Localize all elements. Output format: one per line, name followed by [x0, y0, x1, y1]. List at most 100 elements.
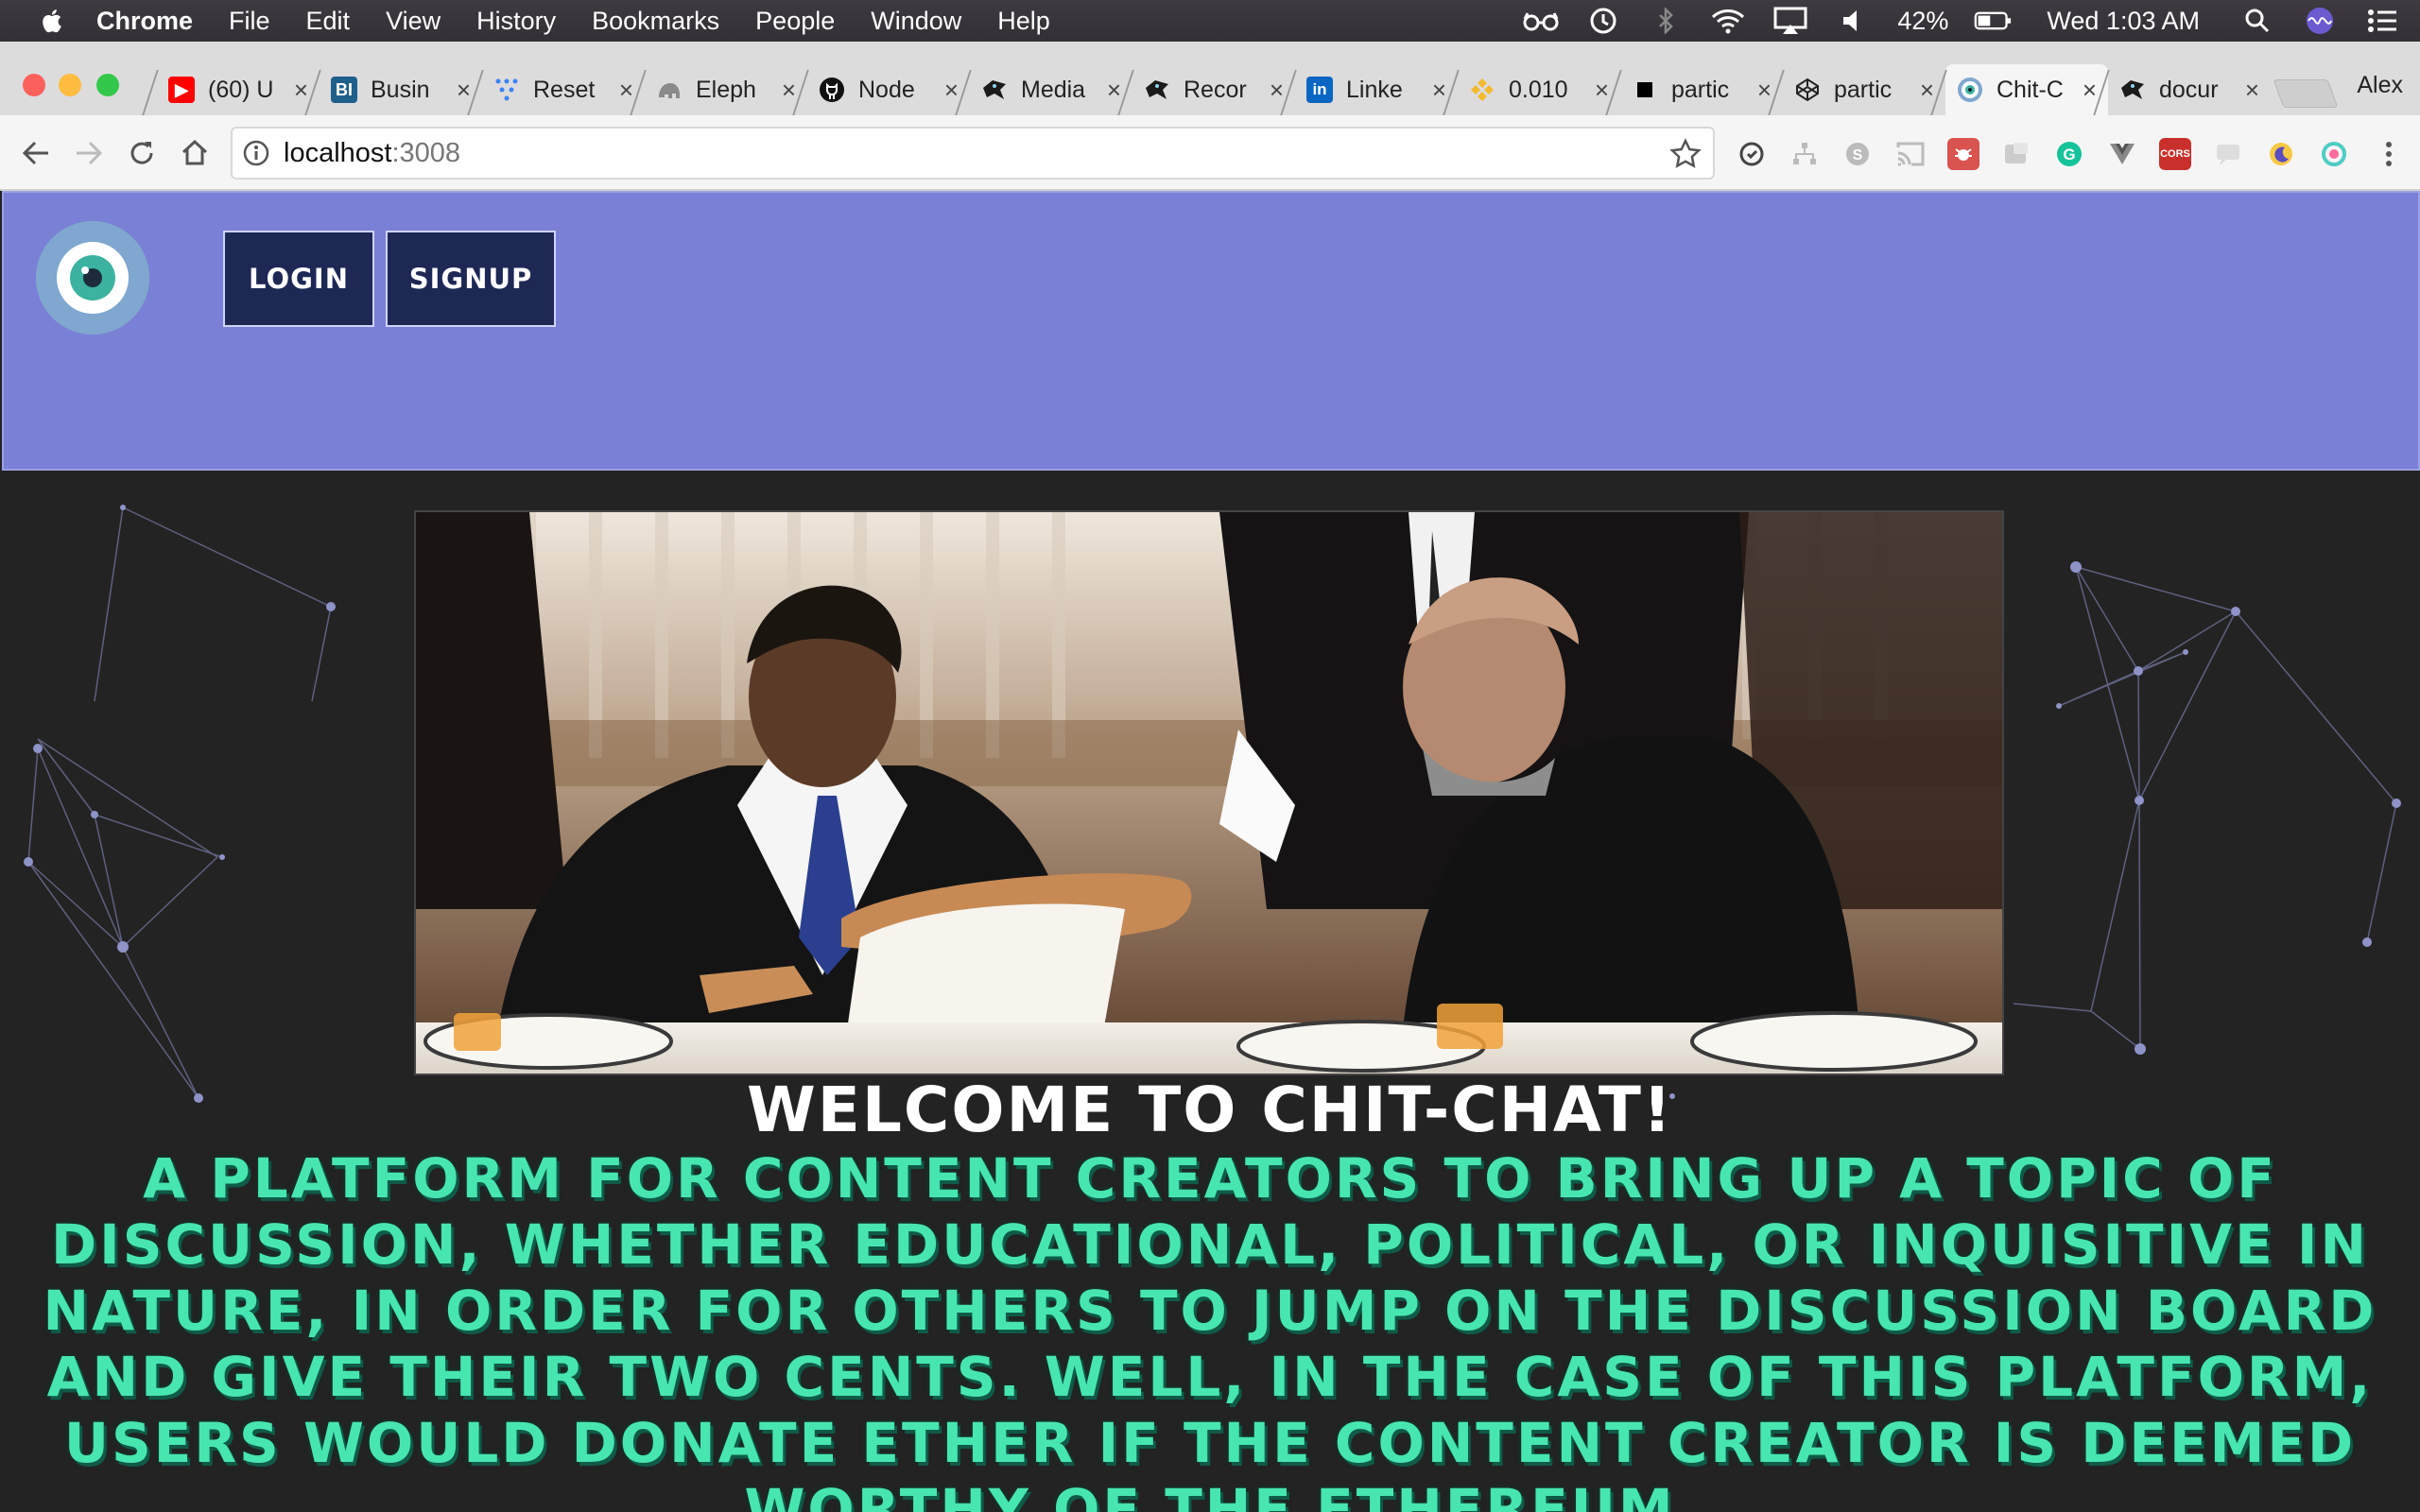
notification-center-icon[interactable]	[2363, 8, 2401, 34]
apple-logo-icon[interactable]	[40, 8, 62, 34]
browser-tab-strip: ▶ (60) U × BI Busin × Reset × Eleph × No…	[0, 42, 2420, 115]
tab-close-icon[interactable]: ×	[1920, 76, 1934, 105]
tab-close-icon[interactable]: ×	[1270, 76, 1284, 105]
extension-hierarchy-icon[interactable]	[1789, 138, 1821, 170]
extension-sync-icon[interactable]	[1736, 138, 1768, 170]
menu-view[interactable]: View	[386, 7, 441, 36]
battery-icon[interactable]	[1974, 8, 2012, 34]
menu-window[interactable]: Window	[871, 7, 961, 36]
bookmark-star-icon[interactable]	[1669, 138, 1702, 170]
browser-tab[interactable]: Recor ×	[1132, 64, 1295, 115]
welcome-heading: WELCOME TO CHIT-CHAT!	[746, 1074, 1674, 1146]
tab-title: partic	[1834, 76, 1893, 103]
tab-close-icon[interactable]: ×	[457, 76, 471, 105]
svg-text:S: S	[1853, 147, 1863, 163]
svg-text:G: G	[2063, 146, 2075, 163]
bluetooth-icon[interactable]	[1647, 8, 1685, 34]
tab-close-icon[interactable]: ×	[619, 76, 633, 105]
url-port: :3008	[391, 137, 461, 168]
tab-close-icon[interactable]: ×	[1432, 76, 1446, 105]
tab-title: partic	[1671, 76, 1730, 103]
tab-close-icon[interactable]: ×	[1107, 76, 1121, 105]
siri-icon[interactable]	[2301, 8, 2339, 34]
menu-file[interactable]: File	[229, 7, 270, 36]
browser-tab[interactable]: ▶ (60) U ×	[157, 64, 320, 115]
airplay-icon[interactable]	[1772, 7, 1809, 34]
hero-photo	[414, 510, 2004, 1075]
business-insider-icon: BI	[331, 77, 357, 103]
browser-tab[interactable]: Media ×	[970, 64, 1132, 115]
menu-people[interactable]: People	[755, 7, 835, 36]
tab-title: Node	[858, 76, 915, 103]
github-icon	[819, 77, 845, 103]
browser-tab[interactable]: partic ×	[1783, 64, 1945, 115]
extension-grammarly-icon[interactable]: G	[2053, 138, 2085, 170]
extension-bug-icon[interactable]	[1947, 138, 1979, 170]
menu-app-name[interactable]: Chrome	[96, 7, 193, 36]
menu-edit[interactable]: Edit	[306, 7, 351, 36]
browser-tab[interactable]: docur ×	[2108, 64, 2271, 115]
tab-close-icon[interactable]: ×	[944, 76, 959, 105]
site-header: LOGIN SIGNUP	[2, 191, 2420, 471]
chitchat-eye-icon	[1957, 77, 1983, 103]
window-close-button[interactable]	[23, 74, 45, 96]
mdn-icon	[1144, 77, 1170, 103]
window-minimize-button[interactable]	[59, 74, 81, 96]
browser-tab-active[interactable]: Chit-C ×	[1945, 64, 2108, 115]
spotlight-search-icon[interactable]	[2238, 8, 2276, 34]
chitchat-logo-icon[interactable]	[36, 221, 149, 335]
address-bar[interactable]: localhost:3008	[231, 127, 1715, 180]
extension-color-ring-icon[interactable]	[2318, 138, 2350, 170]
extension-vue-icon[interactable]	[2106, 138, 2138, 170]
browser-tab[interactable]: partic ×	[1620, 64, 1783, 115]
extension-moon-icon[interactable]	[2265, 138, 2297, 170]
browser-tab[interactable]: in Linke ×	[1295, 64, 1458, 115]
dinner-photo-illustration	[416, 512, 2002, 1074]
linkedin-icon: in	[1306, 77, 1333, 103]
back-arrow-icon[interactable]	[15, 132, 57, 174]
volume-icon[interactable]	[1834, 8, 1872, 34]
new-tab-button[interactable]	[2273, 79, 2339, 108]
extension-skype-icon[interactable]: S	[1841, 138, 1874, 170]
reload-icon[interactable]	[121, 132, 163, 174]
elephantsql-icon	[656, 77, 683, 103]
accessibility-glasses-icon[interactable]	[1522, 8, 1560, 34]
forward-arrow-icon[interactable]	[68, 132, 110, 174]
mdn-icon	[2119, 77, 2146, 103]
time-machine-icon[interactable]	[1584, 8, 1622, 34]
tab-title: Recor	[1184, 76, 1247, 103]
tab-close-icon[interactable]: ×	[1757, 76, 1772, 105]
extension-window-icon[interactable]	[2000, 138, 2032, 170]
browser-tab[interactable]: Node ×	[807, 64, 970, 115]
profile-name[interactable]: Alex	[2357, 72, 2403, 99]
wifi-icon[interactable]	[1709, 8, 1747, 34]
browser-tab[interactable]: Eleph ×	[645, 64, 807, 115]
tab-title: Reset	[533, 76, 596, 103]
extension-cors-icon[interactable]: CORS	[2159, 138, 2191, 170]
extension-cast-icon[interactable]	[1894, 138, 1927, 170]
extension-chat-icon[interactable]	[2212, 138, 2244, 170]
site-info-icon[interactable]	[242, 139, 270, 167]
youtube-icon: ▶	[168, 77, 195, 103]
window-zoom-button[interactable]	[96, 74, 119, 96]
browser-tab[interactable]: BI Busin ×	[320, 64, 482, 115]
tab-close-icon[interactable]: ×	[782, 76, 796, 105]
tab-title: Media	[1021, 76, 1086, 103]
battery-percent: 42%	[1897, 6, 1949, 35]
home-icon[interactable]	[174, 132, 216, 174]
tab-close-icon[interactable]: ×	[2083, 76, 2097, 105]
tab-close-icon[interactable]: ×	[2245, 76, 2259, 105]
login-button[interactable]: LOGIN	[223, 231, 374, 327]
browser-tab[interactable]: 0.010 ×	[1458, 64, 1620, 115]
menu-bookmarks[interactable]: Bookmarks	[592, 7, 719, 36]
menu-clock[interactable]: Wed 1:03 AM	[2047, 7, 2200, 36]
tab-close-icon[interactable]: ×	[1595, 76, 1609, 105]
url-host: localhost	[284, 137, 392, 168]
browser-tab[interactable]: Reset ×	[482, 64, 645, 115]
signup-button[interactable]: SIGNUP	[386, 231, 556, 327]
menu-help[interactable]: Help	[997, 7, 1050, 36]
codepen-icon	[1794, 77, 1821, 103]
tab-close-icon[interactable]: ×	[294, 76, 308, 105]
menu-history[interactable]: History	[476, 7, 556, 36]
chrome-menu-icon[interactable]	[2373, 138, 2405, 170]
